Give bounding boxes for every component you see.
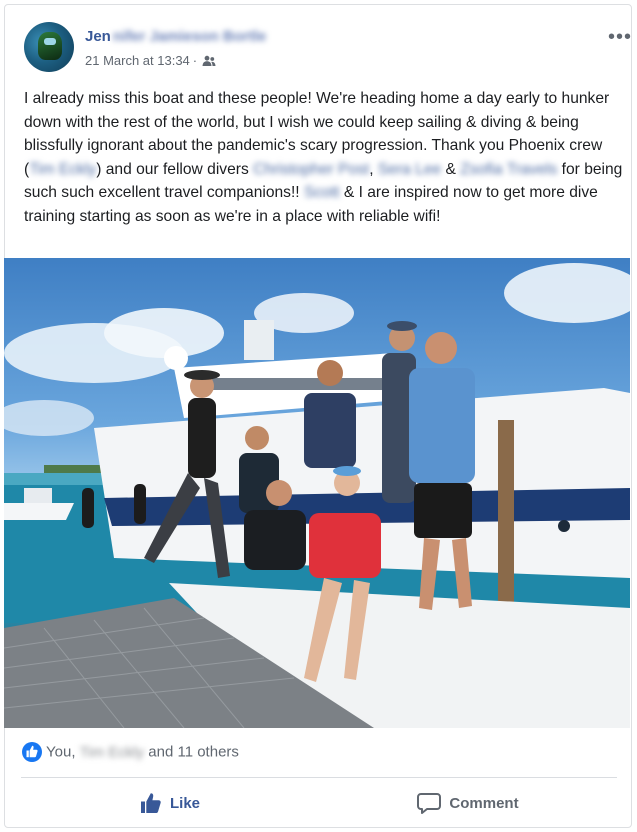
reaction-blurred-name: Tim Eckly bbox=[79, 743, 145, 761]
tagged-person[interactable]: Sera Lee bbox=[378, 161, 441, 178]
post-body-text: I already miss this boat and these peopl… bbox=[24, 87, 624, 228]
comment-button[interactable]: Comment bbox=[319, 785, 617, 821]
like-label: Like bbox=[169, 794, 200, 812]
author-name[interactable]: Jen nifer Jamieson Bortle bbox=[85, 28, 266, 45]
tagged-person[interactable]: Christopher Post bbox=[253, 161, 369, 178]
meta-separator: · bbox=[192, 53, 198, 68]
actions-divider bbox=[21, 777, 617, 778]
post-text-part: , bbox=[369, 160, 378, 178]
post-photo[interactable] bbox=[4, 258, 630, 728]
post-text-part: ) and our fellow divers bbox=[96, 160, 254, 178]
reaction-others: and 11 others bbox=[148, 743, 239, 761]
avatar-diver-image bbox=[38, 32, 62, 60]
more-options-icon[interactable]: ••• bbox=[608, 26, 632, 49]
friends-icon[interactable] bbox=[202, 55, 216, 70]
thumbs-up-icon bbox=[140, 793, 161, 813]
tagged-person[interactable]: Scott bbox=[304, 184, 340, 201]
avatar-mask-image bbox=[44, 38, 56, 45]
post-meta: 21 March at 13:34 · bbox=[85, 53, 216, 70]
post-header: Jen nifer Jamieson Bortle 21 March at 13:… bbox=[24, 22, 631, 76]
author-avatar[interactable] bbox=[24, 22, 74, 72]
reaction-you: You, bbox=[46, 743, 76, 761]
reactions-summary[interactable]: You, Tim Eckly and 11 others bbox=[22, 742, 239, 764]
tagged-person[interactable]: Tim Eckly bbox=[29, 161, 96, 178]
post-timestamp[interactable]: 21 March at 13:34 bbox=[85, 53, 190, 68]
like-reaction-icon bbox=[22, 742, 42, 762]
comment-bubble-icon bbox=[417, 793, 442, 814]
photo-scene bbox=[4, 263, 630, 728]
like-button[interactable]: Like bbox=[21, 785, 319, 821]
post-actions: Like Comment bbox=[21, 785, 617, 821]
comment-label: Comment bbox=[449, 794, 519, 812]
post-text-part: & bbox=[441, 160, 461, 178]
author-name-visible: Jen bbox=[85, 28, 111, 45]
author-name-blurred: nifer Jamieson Bortle bbox=[112, 28, 267, 45]
tagged-person[interactable]: Zsofia Travels bbox=[460, 161, 557, 178]
